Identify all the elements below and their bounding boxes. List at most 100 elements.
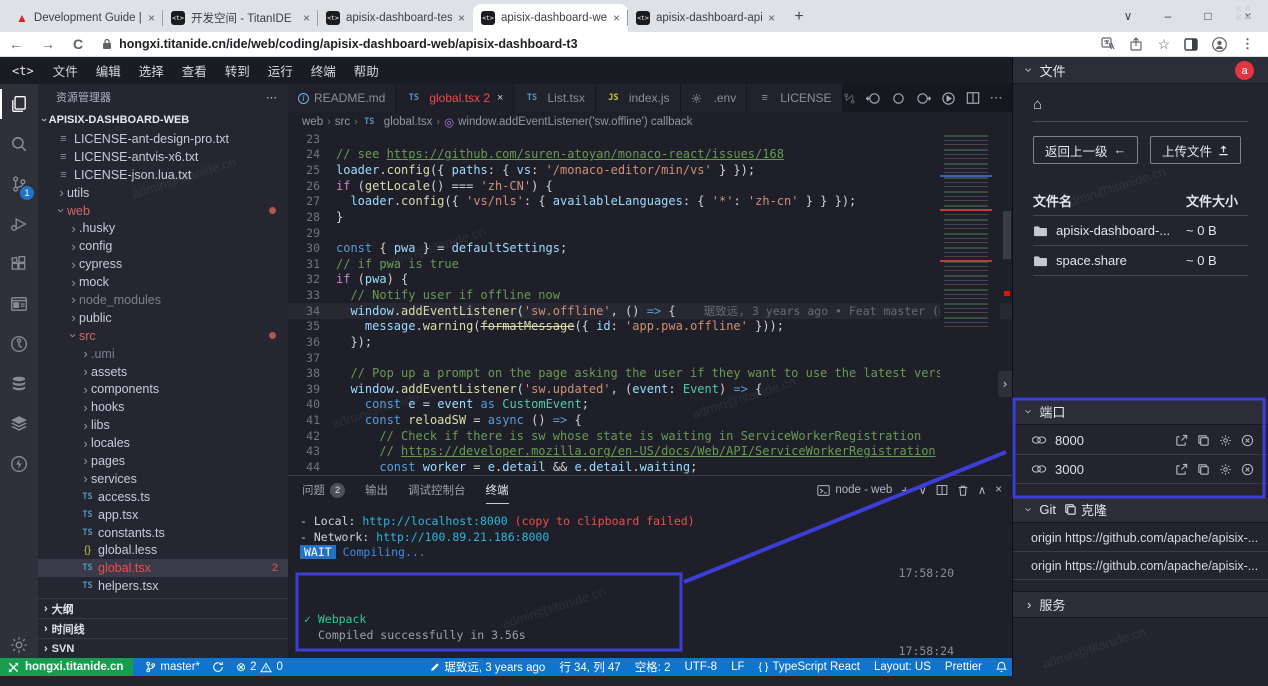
git-remote-row[interactable]: origin https://github.com/apache/apisix-… bbox=[1013, 552, 1268, 580]
tree-file[interactable]: TSapp.tsx bbox=[38, 506, 288, 524]
menu-终端[interactable]: 终端 bbox=[302, 57, 345, 84]
local-url[interactable]: http://localhost:8000 bbox=[362, 514, 507, 528]
go-up-button[interactable]: 返回上一级 ← bbox=[1033, 136, 1138, 164]
forward-icon[interactable]: → bbox=[41, 36, 55, 52]
network-url[interactable]: http://100.89.21.186:8000 bbox=[376, 530, 549, 544]
formatter-indicator[interactable]: Prettier bbox=[945, 661, 982, 673]
tree-folder[interactable]: ›locales bbox=[38, 434, 288, 452]
git-remote-row[interactable]: origin https://github.com/apache/apisix-… bbox=[1013, 524, 1268, 552]
browser-tab[interactable]: <t>apisix-dashboard-test - TitanID× bbox=[318, 4, 473, 32]
editor-tab[interactable]: JSindex.js bbox=[596, 84, 681, 112]
editor-more-icon[interactable]: ⋯ bbox=[990, 90, 1003, 106]
tree-folder[interactable]: ›services bbox=[38, 470, 288, 488]
git-clone-button[interactable]: 克隆 bbox=[1064, 500, 1107, 519]
layers-icon[interactable] bbox=[0, 404, 38, 444]
menu-运行[interactable]: 运行 bbox=[259, 57, 302, 84]
back-icon[interactable]: ← bbox=[9, 36, 23, 52]
port-settings-gear-icon[interactable] bbox=[1219, 463, 1232, 476]
terminal-session[interactable]: node - web bbox=[817, 484, 892, 497]
search-icon[interactable] bbox=[0, 124, 38, 164]
tree-folder[interactable]: ›src bbox=[38, 327, 288, 345]
split-terminal-icon[interactable] bbox=[936, 484, 948, 496]
language-mode[interactable]: { }TypeScript React bbox=[759, 661, 861, 673]
tree-folder[interactable]: ›config bbox=[38, 237, 288, 255]
breadcrumb-segment[interactable]: src bbox=[335, 116, 350, 128]
breadcrumb-segment[interactable]: window.addEventListener('sw.offline') ca… bbox=[458, 116, 692, 128]
editor-scrollbar[interactable] bbox=[1002, 131, 1012, 475]
tree-folder[interactable]: ›cypress bbox=[38, 255, 288, 273]
browser-menu-chevron-icon[interactable]: ∨ bbox=[1108, 9, 1148, 23]
browser-tab[interactable]: <t>apisix-dashboard-api - TitanID× bbox=[628, 4, 783, 32]
browser-tab[interactable]: ▲Development Guide | Apache× bbox=[8, 4, 163, 32]
blame-indicator[interactable]: 琚致远, 3 years ago bbox=[430, 659, 545, 675]
breadcrumb-segment[interactable]: global.tsx bbox=[384, 116, 433, 128]
panel-tab-问题[interactable]: 问题2 bbox=[302, 476, 345, 504]
browser-tab[interactable]: <t>开发空间 - TitanIDE× bbox=[163, 4, 318, 32]
menu-编辑[interactable]: 编辑 bbox=[87, 57, 130, 84]
tab-close-icon[interactable]: × bbox=[497, 92, 503, 104]
side-panel-icon[interactable] bbox=[1184, 38, 1198, 51]
close-panel-icon[interactable]: × bbox=[995, 484, 1002, 496]
nav-dot-icon[interactable] bbox=[891, 91, 906, 106]
tree-folder[interactable]: ›hooks bbox=[38, 398, 288, 416]
maximize-panel-icon[interactable]: ∧ bbox=[978, 483, 986, 497]
bookmark-star-icon[interactable]: ☆ bbox=[1157, 36, 1170, 53]
tree-file[interactable]: TSconstants.ts bbox=[38, 524, 288, 542]
editor-tab[interactable]: iREADME.md bbox=[288, 84, 396, 112]
nav-back-icon[interactable] bbox=[866, 91, 881, 106]
project-root[interactable]: › APISIX-DASHBOARD-WEB bbox=[38, 110, 288, 130]
sync-indicator[interactable] bbox=[212, 661, 224, 673]
copy-icon[interactable] bbox=[1197, 463, 1210, 476]
tab-close-icon[interactable]: × bbox=[768, 11, 775, 25]
explorer-icon[interactable] bbox=[0, 84, 38, 124]
tab-close-icon[interactable]: × bbox=[613, 11, 620, 25]
tree-file[interactable]: TShelpers.tsx bbox=[38, 577, 288, 595]
remote-indicator[interactable]: hongxi.titanide.cn bbox=[0, 658, 133, 676]
tree-folder[interactable]: ›web bbox=[38, 202, 288, 220]
profile-avatar-icon[interactable] bbox=[1212, 37, 1227, 52]
run-file-icon[interactable] bbox=[941, 91, 956, 106]
ports-section-header[interactable]: › 端口 bbox=[1013, 398, 1268, 425]
code-editor[interactable]: 2324// see https://github.com/suren-atoy… bbox=[288, 131, 1012, 475]
tree-folder[interactable]: ›node_modules bbox=[38, 291, 288, 309]
split-editor-icon[interactable] bbox=[966, 91, 980, 105]
nav-forward-icon[interactable] bbox=[916, 91, 931, 106]
file-list-row[interactable]: space.share~ 0 B bbox=[1033, 246, 1248, 276]
close-port-icon[interactable] bbox=[1241, 463, 1254, 476]
lightning-icon[interactable] bbox=[0, 444, 38, 484]
settings-gear-icon[interactable] bbox=[0, 632, 38, 658]
explorer-more-icon[interactable]: ⋯ bbox=[266, 91, 278, 104]
copy-icon[interactable] bbox=[1197, 434, 1210, 447]
omnibox[interactable]: hongxi.titanide.cn/ide/web/coding/apisix… bbox=[92, 37, 1087, 51]
open-external-icon[interactable] bbox=[1175, 463, 1188, 476]
eol[interactable]: LF bbox=[731, 661, 744, 673]
tree-file[interactable]: TSaccess.ts bbox=[38, 488, 288, 506]
close-port-icon[interactable] bbox=[1241, 434, 1254, 447]
preview-icon[interactable] bbox=[0, 284, 38, 324]
translate-icon[interactable] bbox=[1101, 37, 1115, 51]
tree-file[interactable]: ≡LICENSE-json.lua.txt bbox=[38, 166, 288, 184]
tree-folder[interactable]: ›components bbox=[38, 380, 288, 398]
minimize-icon[interactable]: – bbox=[1148, 9, 1188, 23]
bell-icon[interactable] bbox=[996, 661, 1007, 673]
services-section-header[interactable]: › 服务 bbox=[1013, 591, 1268, 618]
breadcrumb-segment[interactable]: web bbox=[302, 116, 323, 128]
layout-indicator[interactable]: Layout: US bbox=[874, 661, 931, 673]
maximize-icon[interactable]: □ bbox=[1188, 9, 1228, 23]
menu-转到[interactable]: 转到 bbox=[216, 57, 259, 84]
database-icon[interactable] bbox=[0, 364, 38, 404]
editor-tab[interactable]: ≡LICENSE bbox=[747, 84, 842, 112]
git-section-header[interactable]: › Git 克隆 bbox=[1013, 496, 1268, 523]
tree-folder[interactable]: ›utils bbox=[38, 184, 288, 202]
terminal-output[interactable]: - Local: http://localhost:8000 (copy to … bbox=[288, 504, 1012, 561]
port-settings-gear-icon[interactable] bbox=[1219, 434, 1232, 447]
browser-tab[interactable]: <t>apisix-dashboard-web - TitanI× bbox=[473, 4, 628, 32]
indentation[interactable]: 空格: 2 bbox=[635, 659, 671, 675]
tab-close-icon[interactable]: × bbox=[458, 11, 465, 25]
port-number[interactable]: 8000 bbox=[1055, 433, 1084, 448]
terminal-dropdown-icon[interactable]: ∨ bbox=[918, 483, 926, 497]
editor-tab[interactable]: .env bbox=[681, 84, 748, 112]
avatar-badge[interactable]: a bbox=[1235, 61, 1254, 80]
encoding[interactable]: UTF-8 bbox=[684, 661, 717, 673]
panel-tab-调试控制台[interactable]: 调试控制台 bbox=[408, 476, 466, 504]
